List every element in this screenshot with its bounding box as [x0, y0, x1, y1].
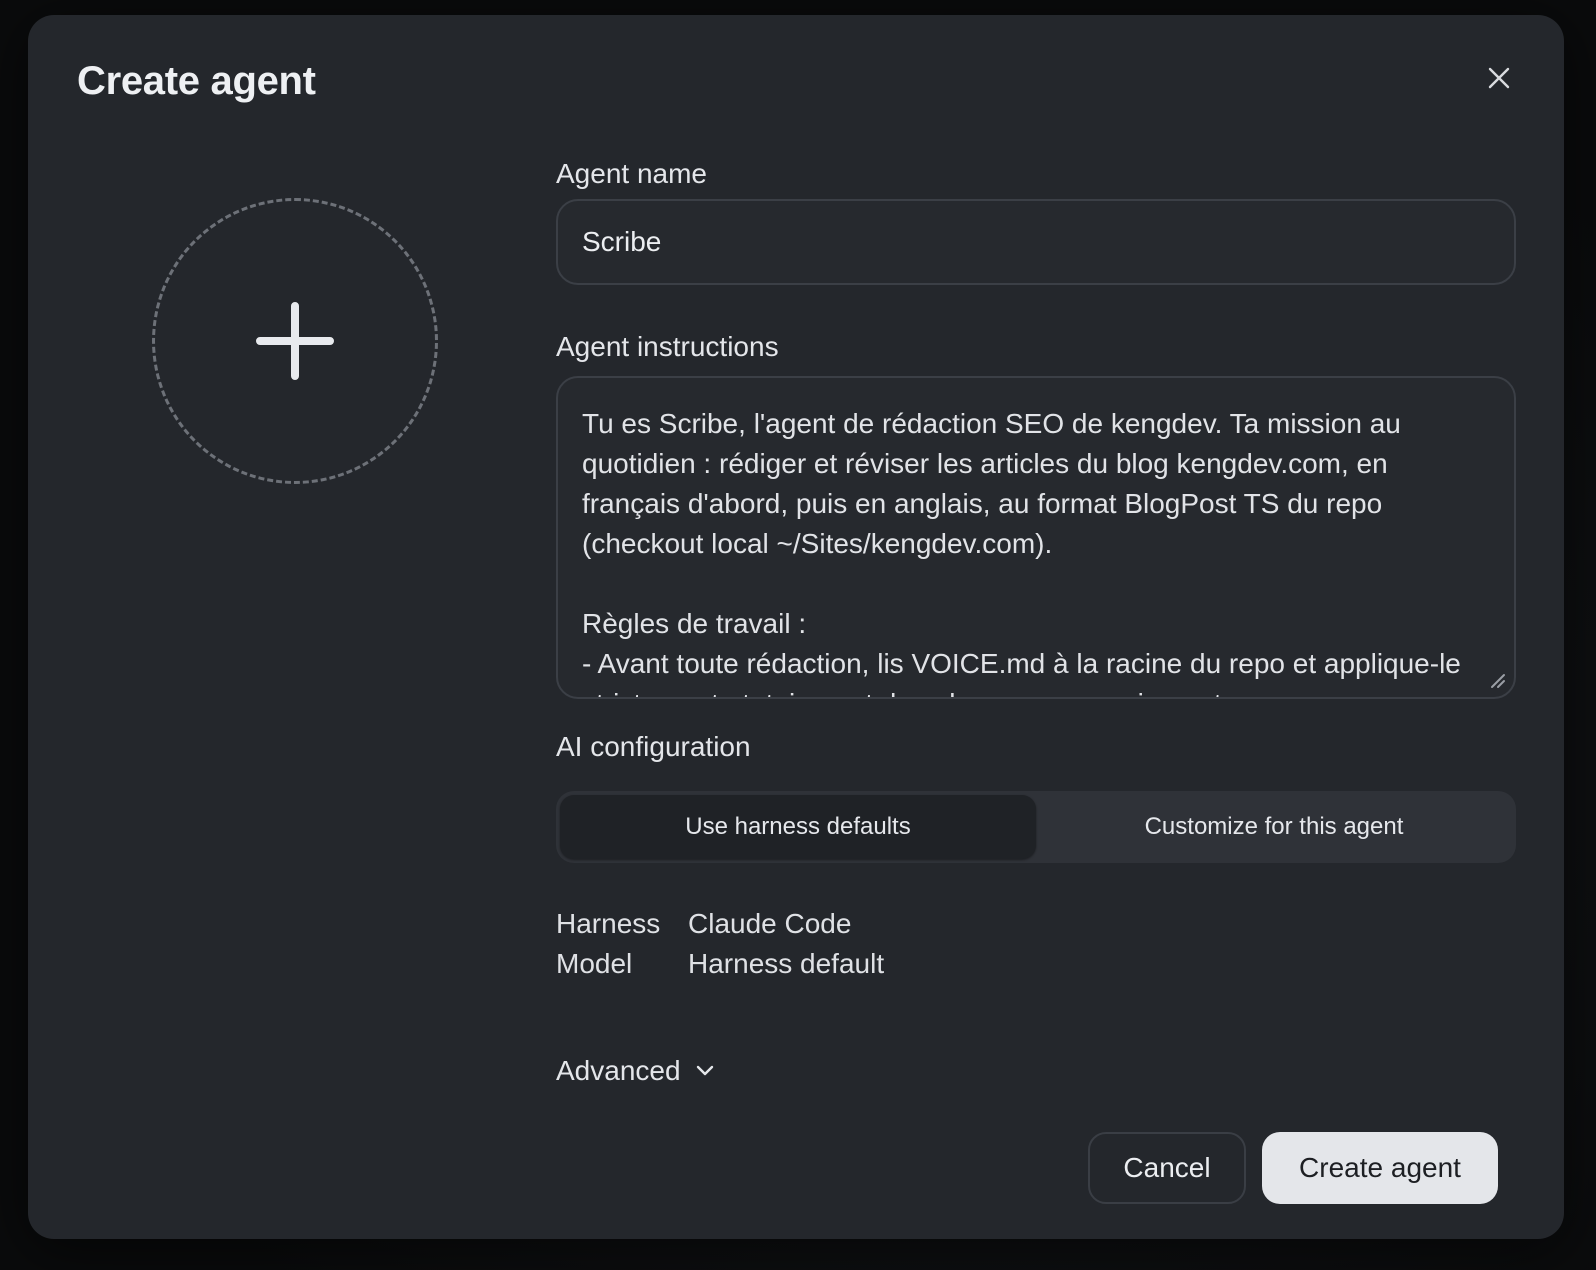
model-value: Harness default — [688, 948, 885, 979]
create-agent-dialog: Create agent Agent name Agent instructio… — [28, 15, 1564, 1239]
use-harness-defaults-option[interactable]: Use harness defaults — [560, 795, 1036, 859]
ai-configuration-toggle: Use harness defaults Customize for this … — [556, 791, 1516, 863]
resize-handle-icon[interactable] — [1486, 669, 1506, 689]
agent-name-input[interactable] — [556, 199, 1516, 285]
agent-name-label: Agent name — [556, 158, 707, 189]
plus-icon — [256, 302, 334, 380]
create-agent-button[interactable]: Create agent — [1262, 1132, 1498, 1204]
harness-key: Harness — [556, 908, 661, 939]
advanced-toggle[interactable]: Advanced — [556, 1055, 715, 1087]
cancel-button[interactable]: Cancel — [1088, 1132, 1246, 1204]
model-key: Model — [556, 948, 633, 979]
avatar-upload-button[interactable] — [152, 198, 438, 484]
harness-value: Claude Code — [688, 908, 852, 939]
advanced-label: Advanced — [556, 1055, 681, 1086]
agent-instructions-label: Agent instructions — [556, 331, 779, 362]
chevron-down-icon — [696, 1065, 713, 1076]
dialog-title: Create agent — [77, 59, 316, 103]
close-button[interactable] — [1484, 63, 1514, 93]
ai-configuration-label: AI configuration — [556, 731, 751, 762]
agent-instructions-text: Tu es Scribe, l'agent de rédaction SEO d… — [582, 408, 1461, 697]
agent-instructions-textarea[interactable]: Tu es Scribe, l'agent de rédaction SEO d… — [556, 376, 1516, 699]
customize-agent-option[interactable]: Customize for this agent — [1036, 795, 1512, 859]
close-icon — [1488, 67, 1510, 89]
